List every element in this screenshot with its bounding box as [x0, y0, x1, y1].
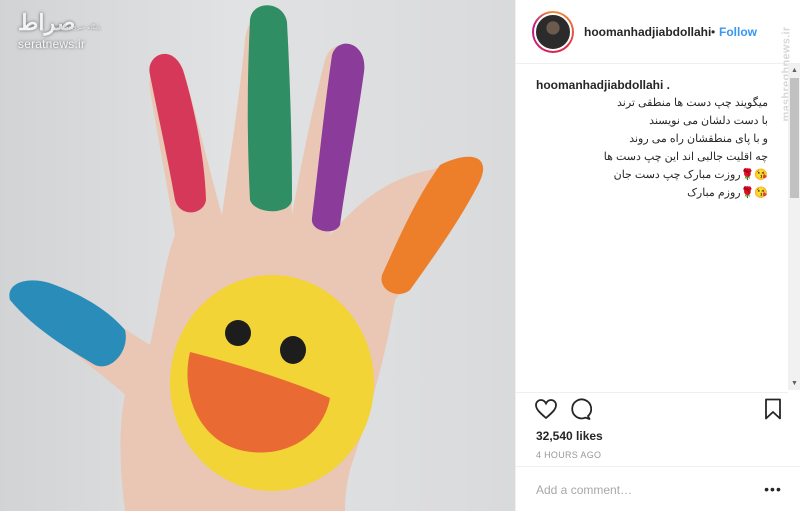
caption-line: 😘🌹روزت مبارک چپ دست جان	[613, 169, 768, 181]
caption-line: 😘🌹روزم مبارک	[687, 187, 768, 199]
post-timestamp[interactable]: 4 HOURS AGO	[536, 450, 601, 460]
post-photo[interactable]: صراط پایگاه خبری تحلیلی seratnews.ir	[0, 0, 515, 511]
bookmark-icon[interactable]	[761, 397, 785, 421]
header-separator: •	[711, 25, 716, 39]
seratnews-tagline: پایگاه خبری تحلیلی	[54, 25, 101, 31]
seratnews-logo-mark: صراط	[18, 10, 76, 36]
scroll-up-arrow-icon[interactable]: ▲	[788, 64, 800, 77]
seratnews-watermark: seratnews.ir	[18, 37, 86, 51]
avatar[interactable]	[532, 11, 574, 53]
add-comment-bar: •••	[516, 466, 800, 511]
post-header: hoomanhadjiabdollahi • Follow	[516, 0, 800, 64]
caption-area: hoomanhadjiabdollahi . میگویند چپ دست ها…	[516, 64, 788, 390]
caption-scrollbar[interactable]: ▲ ▼	[788, 64, 800, 390]
follow-button[interactable]: Follow	[719, 25, 757, 39]
comment-icon[interactable]	[568, 397, 593, 421]
like-count[interactable]: 32,540 likes	[536, 429, 603, 443]
header-username[interactable]: hoomanhadjiabdollahi	[584, 25, 711, 39]
comment-input[interactable]	[536, 481, 756, 499]
caption-line: چه اقلیت جالبی اند این چپ دست ها	[603, 151, 768, 163]
painted-hand-image	[9, 5, 484, 511]
scrollbar-thumb[interactable]	[790, 78, 799, 198]
more-dots-icon[interactable]: •••	[762, 480, 784, 498]
caption-username[interactable]: hoomanhadjiabdollahi .	[536, 78, 670, 92]
caption-line: با دست دلشان می نویسند	[649, 115, 768, 127]
scroll-down-arrow-icon[interactable]: ▼	[788, 377, 800, 390]
heart-icon[interactable]	[534, 397, 558, 421]
post-side-panel: hoomanhadjiabdollahi • Follow hoomanhadj…	[515, 0, 800, 511]
caption-line: میگویند چپ دست ها منطقی ترند	[616, 97, 768, 109]
caption-line: و با پای منطقشان راه می روند	[629, 133, 768, 145]
